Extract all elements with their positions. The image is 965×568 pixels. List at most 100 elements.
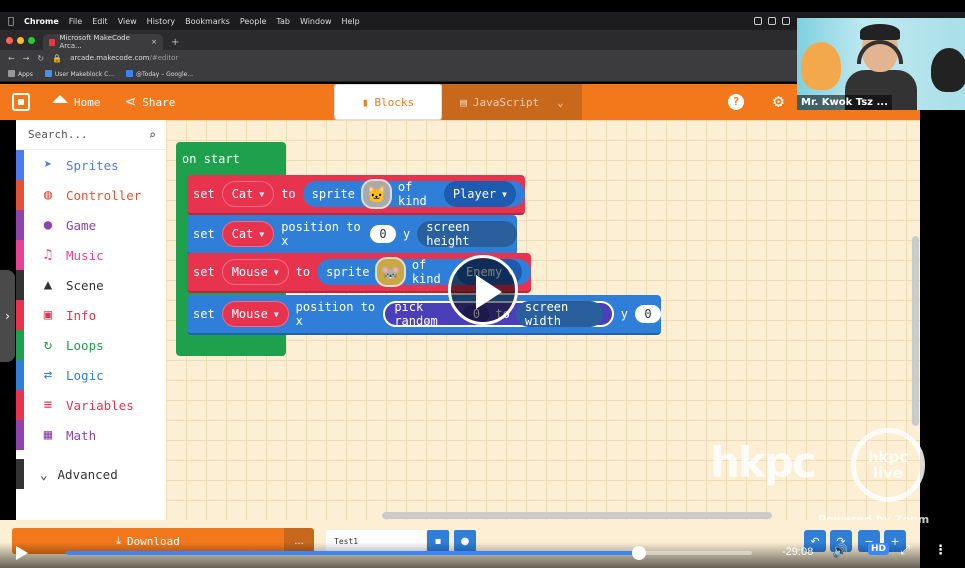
code-icon: ▤ (460, 95, 467, 109)
back-icon[interactable]: ← (8, 54, 15, 63)
y-number-field[interactable]: 0 (635, 305, 661, 323)
caret-down-icon: ▼ (273, 267, 279, 277)
minimize-window-icon[interactable] (17, 37, 24, 44)
caret-down-icon: ▼ (259, 229, 265, 239)
camera-icon[interactable] (768, 17, 776, 25)
of-kind-label: of kind (411, 258, 441, 286)
reload-icon[interactable]: ↻ (37, 54, 44, 63)
screen-height-block[interactable]: screen height (417, 220, 517, 248)
menu-tab[interactable]: Tab (276, 17, 290, 26)
mouse-image-slot[interactable]: 🐭 (375, 257, 406, 287)
menubar-app-name[interactable]: Chrome (24, 17, 59, 26)
makecode-header: Home ⋖ Share ▮ Blocks ▤ JavaScript ⌄ ? ⚙ (0, 84, 920, 120)
url-field[interactable]: arcade.makecode.com/#editor (70, 54, 178, 62)
javascript-tab[interactable]: ▤ JavaScript ⌄ (442, 84, 582, 120)
browser-tab[interactable]: Microsoft MakeCode Arca... × (43, 34, 163, 50)
menu-people[interactable]: People (240, 17, 267, 26)
globe-icon (44, 69, 52, 77)
category-math[interactable]: ▦ Math (16, 420, 166, 450)
calendar-icon (126, 69, 133, 77)
blocks-tab[interactable]: ▮ Blocks (334, 84, 442, 120)
video-play-button[interactable] (448, 255, 518, 325)
paper-plane-icon: ➤ (43, 157, 53, 173)
black-cat-icon (931, 48, 965, 92)
cloud-icon[interactable] (754, 17, 762, 25)
menu-file[interactable]: File (69, 17, 82, 26)
forward-icon[interactable]: → (23, 54, 30, 63)
loop-icon: ↻ (43, 337, 53, 353)
menu-view[interactable]: View (118, 17, 137, 26)
menu-edit[interactable]: Edit (92, 17, 108, 26)
sprite-create-block[interactable]: sprite 🐱 of kind Player ▼ (302, 179, 525, 209)
makecode-logo-icon[interactable] (12, 93, 30, 111)
new-tab-button[interactable]: + (163, 37, 187, 50)
position-label: position to x (281, 220, 361, 248)
video-progress-knob[interactable] (632, 546, 646, 560)
mouse-sprite-icon: 🐭 (380, 262, 401, 282)
menu-bookmarks[interactable]: Bookmarks (185, 17, 230, 26)
category-scene[interactable]: ▲ Scene (16, 270, 166, 300)
wifi-icon[interactable] (782, 17, 790, 25)
cat-sprite-icon: 🐱 (366, 184, 387, 204)
fullscreen-icon[interactable]: ⤢ (900, 543, 910, 558)
video-progress-track[interactable] (66, 551, 752, 555)
maximize-window-icon[interactable] (28, 37, 35, 44)
category-logic[interactable]: ⇄ Logic (16, 360, 166, 390)
menu-window[interactable]: Window (300, 17, 332, 26)
toolbox-search[interactable]: Search... ⌕ (16, 120, 166, 150)
orange-cat-icon (801, 42, 841, 90)
close-window-icon[interactable] (6, 37, 13, 44)
category-game[interactable]: ● Game (16, 210, 166, 240)
workspace-horizontal-scrollbar[interactable] (382, 512, 772, 519)
variable-dropdown-cat[interactable]: Cat ▼ (221, 221, 275, 247)
variable-dropdown-mouse[interactable]: Mouse ▼ (221, 259, 289, 285)
editor-mode-switch: ▮ Blocks ▤ JavaScript ⌄ (334, 84, 582, 120)
gear-icon[interactable]: ⚙ (773, 91, 784, 112)
blocks-label: Blocks (374, 95, 415, 109)
variable-dropdown-cat[interactable]: Cat ▼ (221, 181, 275, 207)
search-icon[interactable]: ⌕ (149, 128, 156, 142)
chevron-down-icon: ⌄ (40, 466, 48, 482)
help-icon[interactable]: ? (728, 94, 744, 110)
shuffle-icon: ⇄ (43, 367, 53, 383)
home-button[interactable]: Home (52, 95, 101, 109)
play-icon[interactable] (16, 546, 28, 560)
set-cat-position-block[interactable]: set Cat ▼ position to x 0 y screen height (187, 215, 517, 255)
apple-icon[interactable]:  (8, 16, 14, 27)
category-controller[interactable]: ◍ Controller (16, 180, 166, 210)
close-tab-icon[interactable]: × (151, 38, 157, 46)
simulator-toggle[interactable]: › (0, 270, 15, 362)
kind-dropdown-player[interactable]: Player ▼ (443, 181, 516, 207)
bookmark-today[interactable]: @Today – Google... (126, 69, 193, 78)
volume-icon[interactable]: 🔊 (832, 544, 848, 559)
category-music[interactable]: ♫ Music (16, 240, 166, 270)
cat-image-slot[interactable]: 🐱 (361, 179, 392, 209)
share-label: Share (142, 95, 176, 109)
bookmark-makeblock[interactable]: User Makeblock C... (44, 69, 114, 78)
menu-help[interactable]: Help (342, 17, 360, 26)
of-kind-label: of kind (397, 180, 427, 208)
screen-width-block[interactable]: screen width (515, 300, 603, 328)
bookmark-apps[interactable]: Apps (8, 69, 33, 78)
variable-dropdown-mouse[interactable]: Mouse ▼ (221, 301, 289, 327)
category-advanced[interactable]: ⌄ Advanced (16, 459, 166, 489)
set-cat-sprite-block[interactable]: set Cat ▼ to sprite 🐱 of kind Player ▼ (187, 175, 525, 215)
url-host: arcade.makecode.com (70, 54, 150, 62)
apps-grid-icon (8, 69, 15, 77)
hkpc-watermark: hkpc (710, 438, 817, 487)
category-variables[interactable]: ≡ Variables (16, 390, 166, 420)
category-sprites[interactable]: ➤ Sprites (16, 150, 166, 180)
caret-down-icon: ▼ (273, 309, 279, 319)
set-label: set (193, 227, 215, 241)
chevron-down-icon[interactable]: ⌄ (557, 96, 564, 109)
category-info[interactable]: ▣ Info (16, 300, 166, 330)
quality-badge[interactable]: HD (868, 543, 890, 555)
share-button[interactable]: ⋖ Share (125, 94, 176, 110)
calculator-icon: ▦ (43, 427, 53, 443)
menu-history[interactable]: History (147, 17, 175, 26)
workspace-vertical-scrollbar[interactable] (912, 236, 919, 426)
video-progress-fill (66, 551, 641, 555)
category-loops[interactable]: ↻ Loops (16, 330, 166, 360)
more-options-icon[interactable]: ⋮ (934, 543, 947, 558)
x-number-field[interactable]: 0 (369, 225, 396, 243)
